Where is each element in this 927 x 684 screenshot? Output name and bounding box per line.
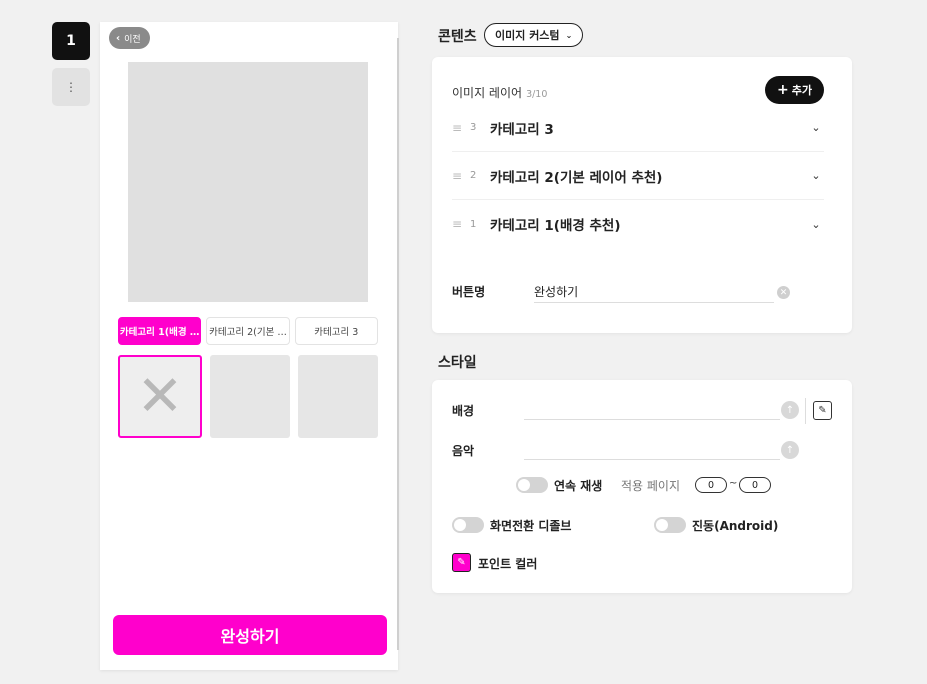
button-name-label: 버튼명 [452,285,486,299]
layer-title: 이미지 레이어 3/10 [452,84,547,101]
point-color-swatch[interactable]: ✎ [452,553,471,572]
preview-panel: ‹ 이전 카테고리 1(배경 … 카테고리 2(기본 … 카테고리 3 ✕ 완성… [100,22,398,670]
range-from-input[interactable]: 0 [695,477,727,493]
music-label: 음악 [452,444,475,458]
tab-category-2[interactable]: 카테고리 2(기본 … [206,317,290,345]
option-none[interactable]: ✕ [118,355,202,438]
layer-index: 3 [470,122,477,133]
option-thumbnails: ✕ [118,355,378,438]
add-label: 추가 [791,84,812,97]
chevron-left-icon: ‹ [116,32,121,44]
option-thumbnail[interactable] [298,355,378,438]
dropdown-value: 이미지 커스텀 [495,29,560,42]
option-thumbnail[interactable] [210,355,290,438]
clear-icon[interactable]: ✕ [777,286,790,299]
dissolve-toggle[interactable] [452,517,484,533]
page-range-label: 적용 페이지 [621,479,681,493]
content-type-dropdown[interactable]: 이미지 커스텀 ⌄ [484,23,584,47]
image-canvas [128,62,368,302]
dissolve-label: 화면전환 디졸브 [490,519,572,533]
layer-name: 카테고리 1(배경 추천) [490,218,621,234]
layer-name: 카테고리 2(기본 레이어 추천) [490,169,663,186]
vibration-label: 진동(Android) [692,519,779,533]
divider [805,398,806,424]
style-section-title: 스타일 [438,355,477,371]
layer-name: 카테고리 3 [490,121,554,138]
plus-icon: + [777,82,789,98]
layer-index: 2 [470,170,477,181]
point-color-label: 포인트 컬러 [478,557,538,571]
page-thumbnail-1[interactable]: 1 [52,22,90,60]
background-label: 배경 [452,404,475,418]
close-icon: ✕ [136,363,184,429]
chevron-down-icon[interactable]: ⌄ [808,121,824,134]
range-separator: ~ [729,478,738,489]
button-name-input[interactable] [534,281,774,303]
layer-index: 1 [470,218,477,230]
range-to-input[interactable]: 0 [739,477,771,493]
color-picker-icon[interactable]: ✎ [813,401,832,420]
category-tabs: 카테고리 1(배경 … 카테고리 2(기본 … 카테고리 3 [118,317,378,345]
continuous-play-toggle[interactable] [516,477,548,493]
drag-handle-icon[interactable]: ≡ [452,169,470,183]
drag-handle-icon[interactable]: ≡ [452,121,470,135]
preview-scrollbar[interactable] [397,38,399,650]
layer-row[interactable]: ≡ 2 카테고리 2(기본 레이어 추천) ⌄ [452,152,824,200]
layer-count: 3/10 [526,89,548,100]
tab-category-1[interactable]: 카테고리 1(배경 … [118,317,202,345]
music-input[interactable] [524,459,780,460]
layer-row[interactable]: ≡ 1 카테고리 1(배경 추천) ⌄ [452,200,824,248]
content-section-title: 콘텐츠 [438,29,477,45]
style-card: 배경 ↑ ✎ 음악 ↑ 연속 재생 적용 페이지 0 ~ 0 화면전환 디졸브 … [432,380,852,593]
background-input[interactable] [524,419,780,420]
vibration-toggle[interactable] [654,517,686,533]
add-layer-button[interactable]: + 추가 [765,76,824,104]
upload-icon[interactable]: ↑ [781,441,799,459]
content-card: 이미지 레이어 3/10 + 추가 ≡ 3 카테고리 3 ⌄ ≡ 2 카테고리 2… [432,57,852,333]
chevron-down-icon[interactable]: ⌄ [808,169,824,182]
complete-button[interactable]: 완성하기 [113,615,387,655]
layer-title-label: 이미지 레이어 [452,86,523,100]
chevron-down-icon[interactable]: ⌄ [808,218,824,231]
back-label: 이전 [124,34,141,45]
drag-handle-icon[interactable]: ≡ [452,217,470,231]
back-button[interactable]: ‹ 이전 [109,27,150,49]
continuous-play-label: 연속 재생 [554,479,603,493]
upload-icon[interactable]: ↑ [781,401,799,419]
layer-row[interactable]: ≡ 3 카테고리 3 ⌄ [452,104,824,152]
tab-category-3[interactable]: 카테고리 3 [294,317,378,345]
more-vertical-icon[interactable]: ⋮ [52,68,90,106]
chevron-down-icon: ⌄ [565,30,573,40]
